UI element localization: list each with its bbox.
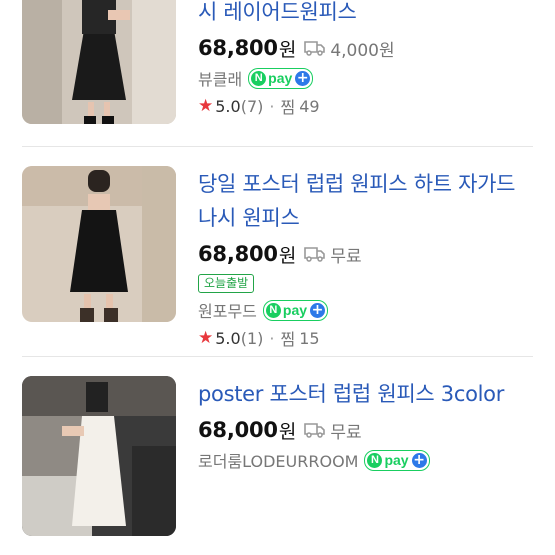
badge-row: 오늘출발 — [198, 270, 545, 296]
seller-name[interactable]: 로더룸LODEURROOM — [198, 448, 358, 472]
product-card[interactable]: poster 포스터 럽럽 원피스 3color 68,000 원 무료 로더룸… — [0, 376, 555, 555]
divider — [22, 146, 533, 147]
product-title-line-2[interactable]: 나시 원피스 — [198, 200, 545, 236]
product-card[interactable]: 시 레이어드원피스 68,800 원 4,000원 뷰클래 N pay + ★ … — [0, 0, 555, 140]
product-photo — [22, 0, 176, 124]
separator: · — [269, 96, 275, 116]
wish-label: 찜 — [280, 98, 296, 117]
review-count: (7) — [240, 96, 264, 116]
product-image[interactable] — [22, 376, 176, 536]
review-count: (1) — [240, 328, 264, 348]
npay-plus-icon: + — [295, 70, 311, 86]
rating-row: ★ 5.0 (7) · 찜 49 — [198, 92, 545, 120]
product-title-line-1[interactable]: 당일 포스터 럽럽 원피스 하트 자가드 — [198, 166, 545, 202]
product-photo — [22, 166, 176, 322]
seller-row: 뷰클래 N pay + — [198, 64, 545, 92]
product-photo — [22, 376, 176, 536]
npay-label: pay — [268, 70, 293, 86]
star-icon: ★ — [198, 96, 214, 116]
seller-name[interactable]: 뷰클래 — [198, 66, 242, 90]
seller-name[interactable]: 원포무드 — [198, 298, 257, 322]
price-unit: 원 — [278, 38, 297, 61]
separator: · — [269, 328, 275, 348]
price-row: 68,800 원 무료 — [198, 238, 545, 270]
truck-icon — [304, 40, 326, 56]
wish-count: 15 — [299, 328, 320, 348]
shipping-fee: 무료 — [330, 246, 362, 267]
npay-label: pay — [384, 452, 409, 468]
product-image[interactable] — [22, 0, 176, 124]
rating-value: 5.0 — [215, 328, 241, 348]
npay-badge: N pay + — [364, 449, 430, 471]
npay-badge: N pay + — [262, 299, 329, 321]
npay-plus-icon: + — [411, 452, 427, 468]
npay-n-icon: N — [251, 70, 267, 86]
divider — [22, 356, 533, 357]
npay-n-icon: N — [367, 452, 383, 468]
price: 68,800 — [198, 242, 278, 266]
product-title[interactable]: 시 레이어드원피스 — [198, 0, 545, 30]
price: 68,800 — [198, 36, 278, 60]
shipping-fee: 무료 — [330, 422, 362, 443]
truck-icon — [304, 246, 326, 262]
npay-label: pay — [282, 302, 308, 318]
wish-label: 찜 — [280, 330, 296, 349]
shipping-fee: 4,000원 — [330, 40, 395, 61]
product-card[interactable]: 당일 포스터 럽럽 원피스 하트 자가드 나시 원피스 68,800 원 무료 … — [0, 166, 555, 349]
price-unit: 원 — [278, 244, 297, 267]
npay-plus-icon: + — [310, 302, 326, 318]
star-icon: ★ — [198, 328, 214, 348]
price-unit: 원 — [278, 420, 297, 443]
seller-row: 로더룸LODEURROOM N pay + — [198, 446, 545, 474]
wish-count: 49 — [299, 96, 320, 116]
npay-badge: N pay + — [248, 67, 314, 89]
price: 68,000 — [198, 418, 278, 442]
seller-row: 원포무드 N pay + — [198, 296, 545, 324]
rating-row: ★ 5.0 (1) · 찜 15 — [198, 324, 545, 352]
price-row: 68,000 원 무료 — [198, 414, 545, 446]
product-title[interactable]: poster 포스터 럽럽 원피스 3color — [198, 376, 545, 412]
price-row: 68,800 원 4,000원 — [198, 32, 545, 64]
rating-value: 5.0 — [215, 96, 241, 116]
today-shipping-badge: 오늘출발 — [198, 273, 255, 293]
product-image[interactable] — [22, 166, 176, 322]
npay-n-icon: N — [265, 302, 281, 318]
truck-icon — [304, 422, 326, 438]
